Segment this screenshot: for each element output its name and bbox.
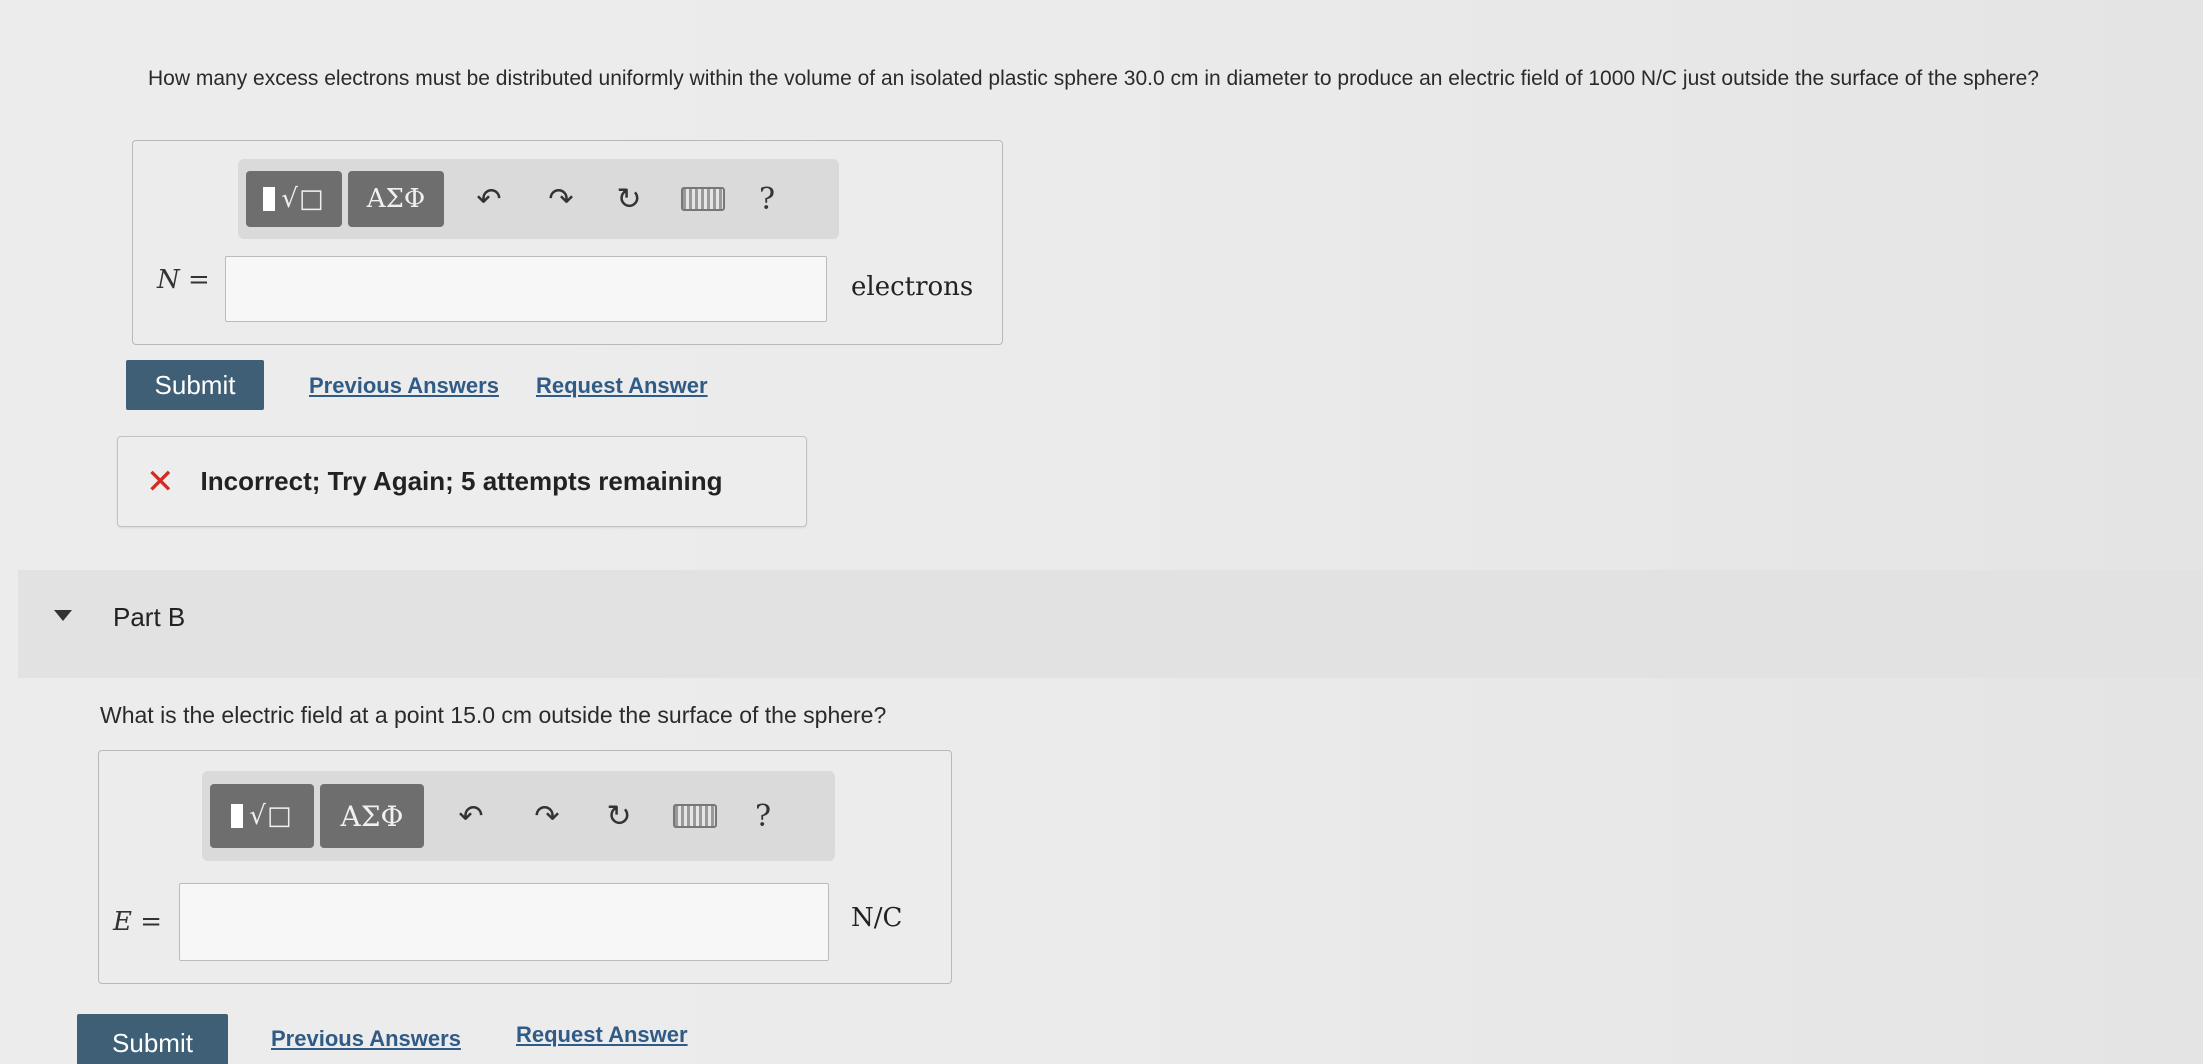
variable-n: N xyxy=(157,265,180,295)
variable-e: E xyxy=(113,907,132,937)
part-b-header[interactable]: Part B xyxy=(18,570,2203,678)
part-a-variable-label: N = xyxy=(157,265,210,295)
help-button[interactable]: ? xyxy=(738,791,788,841)
part-a-unit: electrons xyxy=(851,272,974,302)
undo-icon[interactable]: ↶ xyxy=(464,174,514,224)
keyboard-icon[interactable] xyxy=(670,791,720,841)
equals-sign: = xyxy=(140,907,163,937)
equals-sign: = xyxy=(188,265,210,295)
undo-icon[interactable]: ↶ xyxy=(446,791,496,841)
keyboard-icon[interactable] xyxy=(678,174,728,224)
part-b-request-answer-link[interactable]: Request Answer xyxy=(516,1022,688,1048)
part-a-answer-box: √□ ΑΣΦ ↶ ↷ ↻ ? N = electrons xyxy=(132,140,1003,345)
part-b-variable-label: E = xyxy=(113,907,162,937)
redo-icon[interactable]: ↷ xyxy=(522,791,572,841)
placeholder-square-icon xyxy=(263,187,276,211)
part-b-unit: N/C xyxy=(851,903,903,933)
placeholder-square-icon xyxy=(231,804,244,828)
part-a-submit-button[interactable]: Submit xyxy=(126,360,264,410)
part-b-answer-input[interactable] xyxy=(179,883,829,961)
part-a-math-toolbar: √□ ΑΣΦ ↶ ↷ ↻ ? xyxy=(238,159,839,239)
reset-icon[interactable]: ↻ xyxy=(594,791,644,841)
collapse-caret-icon[interactable] xyxy=(54,610,72,621)
help-button[interactable]: ? xyxy=(742,174,792,224)
part-b-question: What is the electric field at a point 15… xyxy=(100,702,887,728)
greek-symbols-button[interactable]: ΑΣΦ xyxy=(320,784,424,848)
feedback-message: ✕ Incorrect; Try Again; 5 attempts remai… xyxy=(117,436,807,527)
part-b-previous-answers-link[interactable]: Previous Answers xyxy=(271,1026,461,1052)
part-b-submit-button[interactable]: Submit xyxy=(77,1014,228,1064)
redo-icon[interactable]: ↷ xyxy=(536,174,586,224)
templates-button[interactable]: √□ xyxy=(246,171,342,227)
reset-icon[interactable]: ↻ xyxy=(604,174,654,224)
part-b-answer-box: √□ ΑΣΦ ↶ ↷ ↻ ? E = N/C xyxy=(98,750,952,984)
part-a-previous-answers-link[interactable]: Previous Answers xyxy=(309,373,499,399)
x-mark-icon: ✕ xyxy=(146,461,175,502)
page: How many excess electrons must be distri… xyxy=(0,0,2203,1064)
part-a-question: How many excess electrons must be distri… xyxy=(148,67,2039,90)
radical-icon: √□ xyxy=(249,801,293,831)
part-a-answer-input[interactable] xyxy=(225,256,827,322)
feedback-text: Incorrect; Try Again; 5 attempts remaini… xyxy=(200,466,723,496)
part-b-title: Part B xyxy=(113,602,186,632)
templates-button[interactable]: √□ xyxy=(210,784,314,848)
part-b-math-toolbar: √□ ΑΣΦ ↶ ↷ ↻ ? xyxy=(202,771,835,861)
part-a-request-answer-link[interactable]: Request Answer xyxy=(536,373,708,399)
greek-symbols-button[interactable]: ΑΣΦ xyxy=(348,171,444,227)
radical-icon: √□ xyxy=(281,184,325,214)
